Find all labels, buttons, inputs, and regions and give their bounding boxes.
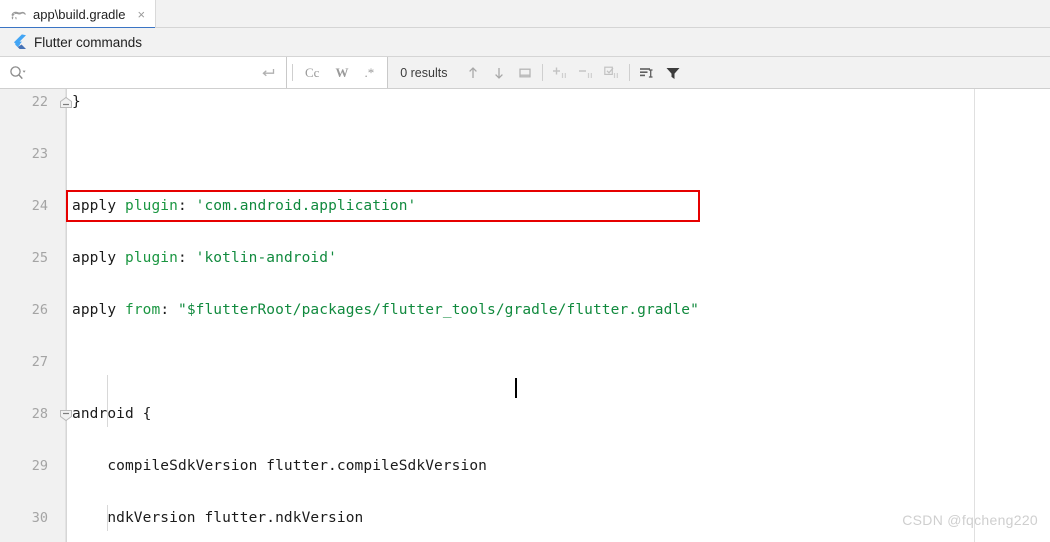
code-rows: 22} 23 24 apply plugin: 'com.android.applic… bbox=[0, 89, 1050, 542]
code-line[interactable]: 26 apply from: "$flutterRoot/packages/flu… bbox=[0, 297, 1050, 323]
options-divider bbox=[292, 64, 293, 81]
find-options: Cc W .* bbox=[287, 57, 389, 88]
fold-collapse-icon[interactable] bbox=[59, 407, 73, 422]
flutter-commands-label: Flutter commands bbox=[34, 34, 143, 50]
line-number: 23 bbox=[31, 146, 48, 162]
editor-tab-build-gradle[interactable]: app\build.gradle × bbox=[0, 0, 157, 29]
code-line[interactable]: 30 ndkVersion flutter.ndkVersion bbox=[0, 505, 1050, 531]
actions-divider-1 bbox=[542, 64, 544, 81]
code-text: apply from: "$flutterRoot/packages/flutt… bbox=[72, 302, 699, 318]
find-toolbar: Cc W .* 0 results bbox=[0, 57, 1050, 89]
close-icon[interactable]: × bbox=[136, 8, 148, 21]
editor-tab-label: app\build.gradle bbox=[33, 6, 126, 22]
code-line[interactable]: 29 compileSdkVersion flutter.compileSdkV… bbox=[0, 453, 1050, 479]
code-editor[interactable]: 22} 23 24 apply plugin: 'com.android.applic… bbox=[0, 89, 1050, 542]
plus-occurrence-icon[interactable] bbox=[548, 61, 572, 85]
code-text: apply plugin: 'com.android.application' bbox=[72, 198, 417, 214]
code-line[interactable]: 25 apply plugin: 'kotlin-android' bbox=[0, 245, 1050, 271]
search-input[interactable] bbox=[28, 57, 256, 88]
code-text: apply plugin: 'kotlin-android' bbox=[72, 250, 337, 266]
ide-window: app\build.gradle × Flutter commands Cc W… bbox=[0, 0, 1050, 542]
flutter-commands-bar[interactable]: Flutter commands bbox=[0, 28, 1050, 57]
regex-option[interactable]: .* bbox=[357, 64, 381, 81]
code-line[interactable]: 23 bbox=[0, 141, 1050, 167]
line-number: 25 bbox=[31, 250, 48, 266]
words-option[interactable]: W bbox=[328, 64, 355, 81]
fold-end-icon[interactable] bbox=[59, 95, 73, 109]
line-number: 27 bbox=[31, 354, 48, 370]
text-caret bbox=[514, 378, 517, 398]
line-number: 26 bbox=[31, 302, 48, 318]
find-field-wrapper[interactable] bbox=[0, 57, 287, 88]
line-number: 22 bbox=[31, 94, 48, 110]
select-box-icon[interactable] bbox=[513, 61, 537, 85]
watermark-label: CSDN @fqcheng220 bbox=[902, 512, 1038, 528]
code-line[interactable]: 28 android { bbox=[0, 401, 1050, 427]
editor-tab-bar: app\build.gradle × bbox=[0, 0, 1050, 29]
code-text: android { bbox=[72, 406, 152, 422]
gradle-elephant-icon bbox=[10, 6, 27, 22]
results-count-label: 0 results bbox=[400, 65, 448, 80]
search-icon[interactable] bbox=[8, 63, 28, 83]
line-number: 30 bbox=[31, 510, 48, 526]
code-line[interactable]: 22} bbox=[0, 89, 1050, 115]
funnel-icon[interactable] bbox=[661, 61, 685, 85]
list-filter-icon[interactable] bbox=[635, 61, 659, 85]
actions-divider-2 bbox=[629, 64, 631, 81]
minus-occurrence-icon[interactable] bbox=[574, 61, 598, 85]
code-line[interactable]: 27 bbox=[0, 349, 1050, 375]
code-line[interactable]: 24 apply plugin: 'com.android.application… bbox=[0, 193, 1050, 219]
find-next-button[interactable] bbox=[487, 61, 511, 85]
line-number: 24 bbox=[31, 198, 48, 214]
code-text: } bbox=[72, 94, 81, 110]
line-number: 28 bbox=[31, 406, 48, 422]
find-previous-button[interactable] bbox=[461, 61, 485, 85]
match-case-option[interactable]: Cc bbox=[298, 64, 326, 81]
find-actions: 0 results bbox=[388, 57, 1050, 88]
check-occurrence-icon[interactable] bbox=[600, 61, 624, 85]
multiline-toggle-icon[interactable] bbox=[256, 61, 280, 85]
code-text: compileSdkVersion flutter.compileSdkVers… bbox=[72, 458, 487, 474]
flutter-logo-icon bbox=[11, 34, 26, 50]
line-number: 29 bbox=[31, 458, 48, 474]
